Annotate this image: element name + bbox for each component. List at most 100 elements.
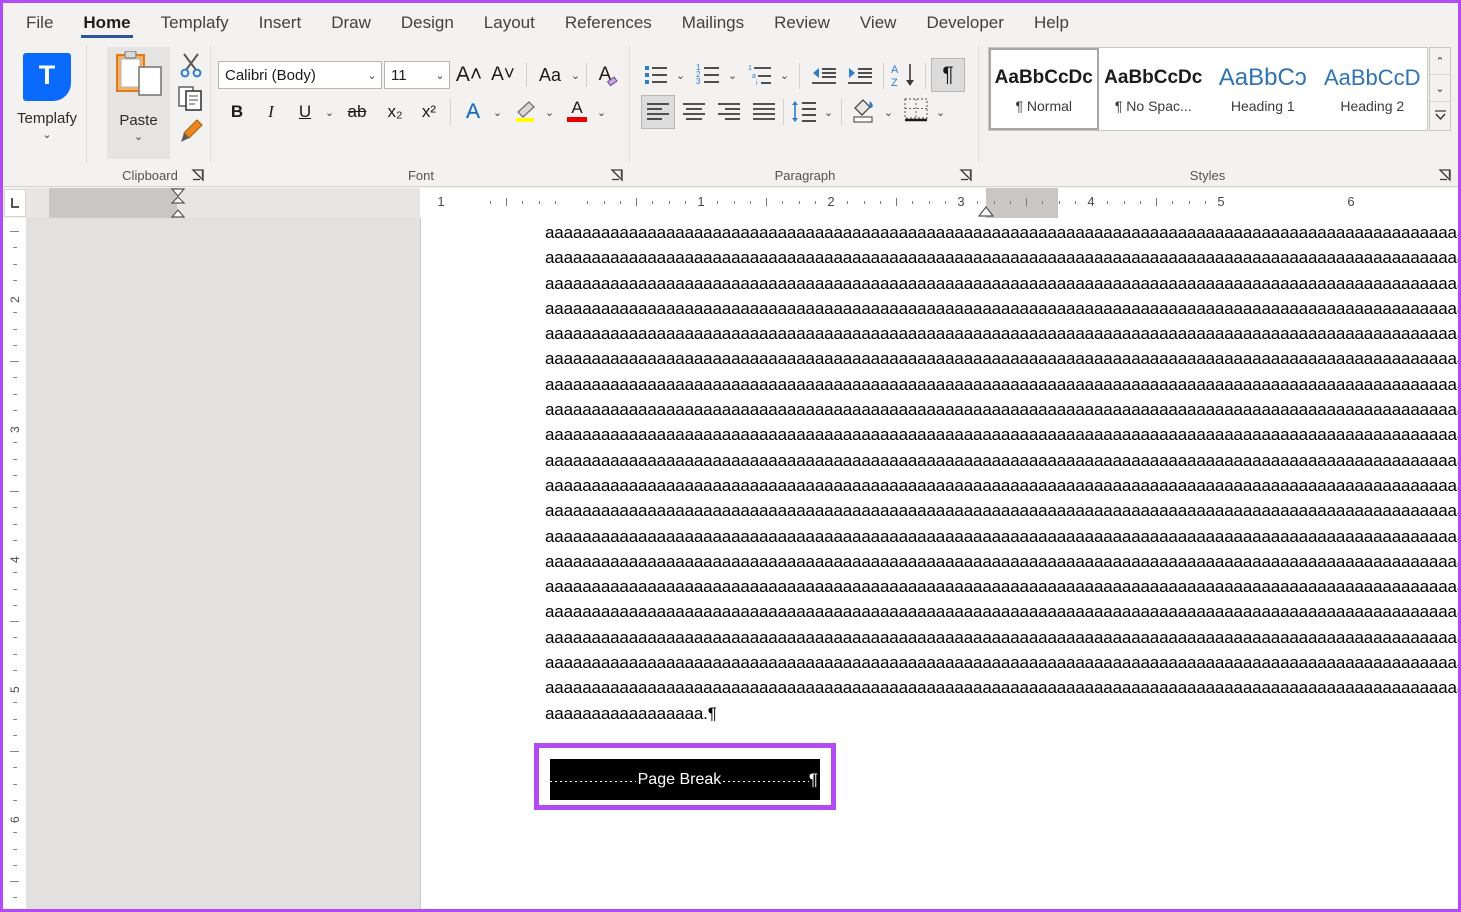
tab-templafy[interactable]: Templafy (146, 14, 244, 39)
multilevel-list-button[interactable]: 1 a i (745, 60, 775, 90)
italic-button[interactable]: I (256, 97, 286, 127)
document-line[interactable]: aaaaaaaaaaaaaaaaaaaaaaaaaaaaaaaaaaaaaaaa… (545, 220, 1458, 245)
chevron-down-icon[interactable]: ⌄ (322, 97, 337, 127)
cut-button[interactable] (177, 51, 207, 81)
styles-more-button[interactable] (1430, 102, 1450, 129)
subscript-button[interactable]: x₂ (380, 97, 410, 127)
tab-stop-selector[interactable] (4, 189, 26, 217)
document-line[interactable]: aaaaaaaaaaaaaaaaaaaaaaaaaaaaaaaaaaaaaaaa… (545, 549, 1458, 574)
shrink-font-button[interactable]: A˅ (488, 60, 518, 90)
chevron-down-icon[interactable]: ⌄ (490, 97, 505, 127)
horizontal-ruler[interactable]: 1 1 2 3 4 5 6 (26, 188, 1458, 218)
styles-scroll-down-button[interactable]: ⌄ (1430, 75, 1450, 102)
justify-button[interactable] (749, 97, 779, 127)
tab-design[interactable]: Design (386, 14, 469, 39)
underline-button[interactable]: U (290, 97, 320, 127)
document-text-body[interactable]: aaaaaaaaaaaaaaaaaaaaaaaaaaaaaaaaaaaaaaaa… (545, 218, 1458, 726)
font-dialog-launcher[interactable] (610, 168, 624, 182)
chevron-down-icon[interactable]: ⌄ (431, 69, 449, 82)
document-line[interactable]: aaaaaaaaaaaaaaaaaaaaaaaaaaaaaaaaaaaaaaaa… (545, 498, 1458, 523)
document-line-last[interactable]: aaaaaaaaaaaaaaaaa.¶ (545, 701, 1445, 726)
document-line[interactable]: aaaaaaaaaaaaaaaaaaaaaaaaaaaaaaaaaaaaaaaa… (545, 321, 1458, 346)
text-highlight-button[interactable] (510, 97, 540, 127)
hanging-indent-marker[interactable] (170, 203, 186, 218)
chevron-down-icon[interactable]: ⌄ (568, 60, 583, 90)
chevron-down-icon[interactable]: ⌄ (881, 97, 896, 127)
document-line[interactable]: aaaaaaaaaaaaaaaaaaaaaaaaaaaaaaaaaaaaaaaa… (545, 473, 1458, 498)
styles-scrollbar[interactable]: ⌃ ⌄ (1429, 47, 1451, 131)
vertical-ruler[interactable]: 2 3 4 5 6 (3, 218, 26, 909)
tab-insert[interactable]: Insert (244, 14, 317, 39)
shading-button[interactable] (849, 95, 879, 125)
style-item-heading-1[interactable]: AaBbCɔ Heading 1 (1208, 48, 1318, 130)
chevron-down-icon[interactable]: ⌄ (594, 97, 609, 127)
format-painter-button[interactable] (177, 117, 207, 147)
borders-button[interactable] (901, 95, 931, 125)
numbering-button[interactable]: 1 2 3 (693, 60, 723, 90)
tab-layout[interactable]: Layout (469, 14, 550, 39)
document-line[interactable]: aaaaaaaaaaaaaaaaaaaaaaaaaaaaaaaaaaaaaaaa… (545, 422, 1458, 447)
chevron-down-icon[interactable]: ⌄ (363, 69, 381, 82)
align-left-button[interactable] (641, 95, 675, 129)
document-line[interactable]: aaaaaaaaaaaaaaaaaaaaaaaaaaaaaaaaaaaaaaaa… (545, 245, 1458, 270)
tab-mailings[interactable]: Mailings (667, 14, 759, 39)
strikethrough-button[interactable]: ab (342, 97, 372, 127)
chevron-down-icon[interactable]: ⌄ (933, 97, 948, 127)
tab-home[interactable]: Home (68, 14, 145, 39)
copy-button[interactable] (177, 84, 207, 114)
font-color-button[interactable]: A (562, 95, 592, 125)
line-spacing-button[interactable] (789, 97, 819, 127)
right-indent-marker[interactable] (977, 204, 995, 218)
font-size-combobox[interactable]: 11 ⌄ (384, 61, 450, 89)
font-name-combobox[interactable]: Calibri (Body) ⌄ (218, 61, 382, 89)
align-center-button[interactable] (679, 97, 709, 127)
document-line[interactable]: aaaaaaaaaaaaaaaaaaaaaaaaaaaaaaaaaaaaaaaa… (545, 574, 1458, 599)
align-right-button[interactable] (714, 97, 744, 127)
show-formatting-marks-button[interactable]: ¶ (931, 58, 965, 92)
tab-view[interactable]: View (845, 14, 912, 39)
paste-button[interactable]: Paste ⌄ (107, 47, 170, 159)
chevron-down-icon[interactable]: ⌄ (13, 130, 81, 141)
style-item-no-spacing[interactable]: AaBbCcDc ¶ No Spac... (1099, 48, 1209, 130)
style-item-heading-2[interactable]: AaBbCcD Heading 2 (1318, 48, 1428, 130)
tab-review[interactable]: Review (759, 14, 845, 39)
sort-button[interactable]: A Z (889, 60, 919, 90)
tab-references[interactable]: References (550, 14, 667, 39)
document-line[interactable]: aaaaaaaaaaaaaaaaaaaaaaaaaaaaaaaaaaaaaaaa… (545, 372, 1458, 397)
chevron-down-icon[interactable]: ⌄ (107, 132, 170, 143)
document-line[interactable]: aaaaaaaaaaaaaaaaaaaaaaaaaaaaaaaaaaaaaaaa… (545, 271, 1458, 296)
styles-dialog-launcher[interactable] (1438, 168, 1452, 182)
clipboard-dialog-launcher[interactable] (191, 168, 205, 182)
increase-indent-button[interactable] (845, 60, 875, 90)
page-break-marker[interactable]: Page Break ¶ (550, 759, 820, 800)
document-line[interactable]: aaaaaaaaaaaaaaaaaaaaaaaaaaaaaaaaaaaaaaaa… (545, 296, 1458, 321)
change-case-button[interactable]: Aa (530, 60, 570, 90)
chevron-down-icon[interactable]: ⌄ (673, 60, 688, 90)
document-line[interactable]: aaaaaaaaaaaaaaaaaaaaaaaaaaaaaaaaaaaaaaaa… (545, 524, 1458, 549)
document-line[interactable]: aaaaaaaaaaaaaaaaaaaaaaaaaaaaaaaaaaaaaaaa… (545, 346, 1458, 371)
templafy-button[interactable]: Templafy ⌄ (13, 49, 81, 159)
document-line[interactable]: aaaaaaaaaaaaaaaaaaaaaaaaaaaaaaaaaaaaaaaa… (545, 650, 1458, 675)
tab-draw[interactable]: Draw (316, 14, 386, 39)
style-item-normal[interactable]: AaBbCcDc ¶ Normal (989, 48, 1099, 130)
grow-font-button[interactable]: A˄ (454, 60, 484, 90)
superscript-button[interactable]: x² (414, 97, 444, 127)
chevron-down-icon[interactable]: ⌄ (777, 60, 792, 90)
bullets-button[interactable] (641, 60, 671, 90)
tab-developer[interactable]: Developer (911, 14, 1019, 39)
clear-formatting-button[interactable]: A (590, 60, 620, 90)
paragraph-dialog-launcher[interactable] (959, 168, 973, 182)
document-line[interactable]: aaaaaaaaaaaaaaaaaaaaaaaaaaaaaaaaaaaaaaaa… (545, 675, 1458, 700)
tab-file[interactable]: File (11, 14, 68, 39)
document-line[interactable]: aaaaaaaaaaaaaaaaaaaaaaaaaaaaaaaaaaaaaaaa… (545, 625, 1458, 650)
chevron-down-icon[interactable]: ⌄ (821, 97, 836, 127)
tab-help[interactable]: Help (1019, 14, 1084, 39)
chevron-down-icon[interactable]: ⌄ (725, 60, 740, 90)
bold-button[interactable]: B (222, 97, 252, 127)
document-line[interactable]: aaaaaaaaaaaaaaaaaaaaaaaaaaaaaaaaaaaaaaaa… (545, 448, 1458, 473)
decrease-indent-button[interactable] (809, 60, 839, 90)
text-effects-button[interactable]: A (458, 97, 488, 127)
styles-scroll-up-button[interactable]: ⌃ (1430, 48, 1450, 75)
document-line[interactable]: aaaaaaaaaaaaaaaaaaaaaaaaaaaaaaaaaaaaaaaa… (545, 599, 1458, 624)
document-line[interactable]: aaaaaaaaaaaaaaaaaaaaaaaaaaaaaaaaaaaaaaaa… (545, 397, 1458, 422)
